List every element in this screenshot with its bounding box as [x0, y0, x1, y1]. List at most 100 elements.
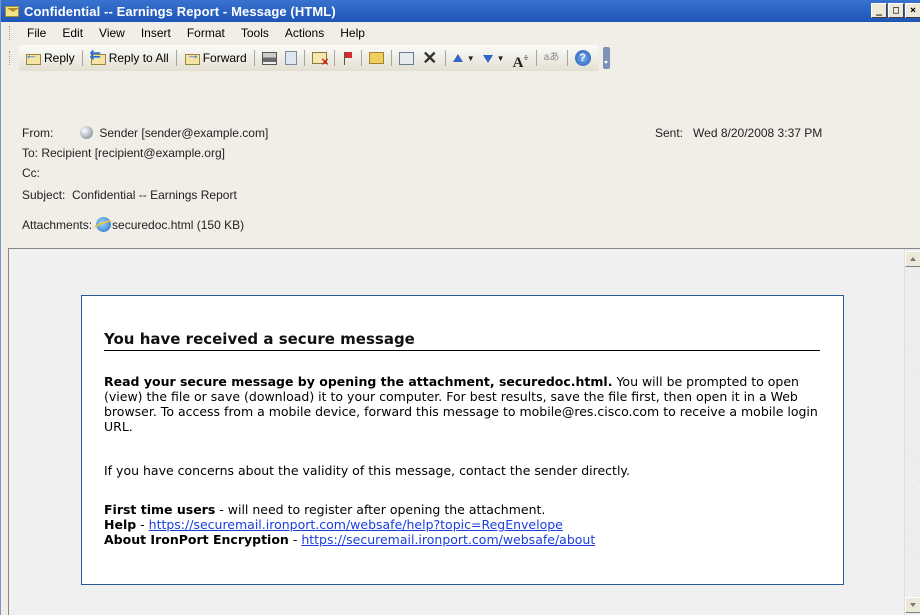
forward-label: Forward — [202, 51, 247, 65]
to-row[interactable]: To: Recipient [recipient@example.org] — [22, 146, 225, 160]
cc-label: Cc: — [22, 166, 40, 180]
subject-row: Subject: Confidential -- Earnings Report — [22, 188, 237, 202]
menu-actions[interactable]: Actions — [277, 26, 332, 40]
copy-button[interactable] — [281, 47, 301, 69]
help-links: First time users - will need to register… — [104, 502, 824, 547]
next-item-button[interactable]: ▼ — [479, 47, 509, 69]
reply-all-button[interactable]: Reply to All — [86, 47, 173, 69]
menu-bar: File Edit View Insert Format Tools Actio… — [1, 22, 920, 44]
attachment-file[interactable]: securedoc.html (150 KB) — [112, 218, 244, 232]
font-size-button[interactable]: A÷ — [509, 47, 533, 71]
toolbar-separator — [390, 50, 392, 66]
message-window: Confidential -- Earnings Report - Messag… — [0, 0, 920, 615]
toolbar-separator — [360, 50, 362, 66]
dropdown-arrow-icon: ▼ — [496, 53, 505, 63]
first-time-text: - will need to register after opening th… — [215, 502, 546, 517]
concerns-paragraph: If you have concerns about the validity … — [104, 463, 631, 478]
flag-icon — [342, 51, 354, 66]
forward-icon — [184, 47, 200, 66]
message-body: You have received a secure message Read … — [8, 248, 920, 615]
help-link[interactable]: https://securemail.ironport.com/websafe/… — [149, 517, 563, 532]
about-line: About IronPort Encryption - https://secu… — [104, 532, 824, 547]
instructions-paragraph: Read your secure message by opening the … — [104, 374, 824, 434]
first-time-line: First time users - will need to register… — [104, 502, 824, 517]
toolbar-separator — [535, 50, 537, 66]
move-to-folder-icon — [398, 51, 414, 65]
window-controls: _ □ × — [870, 3, 920, 18]
sent-label: Sent: — [655, 126, 684, 140]
menu-edit[interactable]: Edit — [54, 26, 91, 40]
maximize-button[interactable]: □ — [888, 3, 904, 18]
previous-item-button[interactable]: ▼ — [449, 47, 479, 69]
junk-button[interactable] — [308, 47, 331, 69]
window-title: Confidential -- Earnings Report - Messag… — [24, 3, 336, 19]
toolbar-separator — [253, 50, 255, 66]
toolbar-separator — [303, 50, 305, 66]
reply-label: Reply — [44, 51, 75, 65]
from-label: From: — [22, 126, 54, 140]
help-bold: Help — [104, 517, 137, 532]
up-arrow-icon — [452, 53, 463, 63]
print-button[interactable] — [258, 47, 281, 69]
toolbar-separator — [81, 50, 83, 66]
reply-button[interactable]: Reply — [21, 47, 79, 69]
title-bar[interactable]: Confidential -- Earnings Report - Messag… — [1, 0, 920, 22]
toolbar-separator — [566, 50, 568, 66]
copy-icon — [284, 51, 297, 65]
vertical-scrollbar[interactable] — [904, 249, 920, 615]
scroll-down-button[interactable] — [905, 597, 920, 613]
menu-insert[interactable]: Insert — [133, 26, 179, 40]
message-title: You have received a secure message — [104, 330, 820, 351]
dropdown-arrow-icon: ▼ — [466, 53, 475, 63]
from-value[interactable]: Sender [sender@example.com] — [99, 126, 268, 140]
reply-icon — [25, 47, 41, 66]
presence-icon[interactable] — [80, 126, 94, 139]
help-line: Help - https://securemail.ironport.com/w… — [104, 517, 824, 532]
internet-explorer-icon — [96, 217, 112, 232]
menu-help[interactable]: Help — [332, 26, 373, 40]
delete-icon: ✕ — [422, 48, 438, 68]
forward-button[interactable]: Forward — [180, 47, 251, 69]
toolbar-overflow-button[interactable] — [602, 47, 610, 69]
sent-row: Sent: Wed 8/20/2008 3:37 PM — [655, 126, 822, 140]
menu-tools[interactable]: Tools — [233, 26, 277, 40]
about-separator: - — [288, 532, 302, 547]
help-button[interactable]: ? — [571, 47, 595, 69]
down-arrow-icon — [482, 53, 493, 63]
subject-value: Confidential -- Earnings Report — [72, 188, 237, 202]
first-time-bold: First time users — [104, 502, 216, 517]
reply-all-label: Reply to All — [108, 51, 169, 65]
sent-value: Wed 8/20/2008 3:37 PM — [693, 126, 823, 140]
close-button[interactable]: × — [905, 3, 920, 18]
standard-toolbar: Reply Reply to All Forward ✕ — [1, 44, 920, 72]
folder-icon — [368, 52, 384, 64]
attachments-row: Attachments: securedoc.html (150 KB) — [22, 217, 244, 232]
menu-grip[interactable] — [9, 26, 12, 40]
menu-file[interactable]: File — [19, 26, 54, 40]
menu-format[interactable]: Format — [179, 26, 233, 40]
attachments-label: Attachments: — [22, 217, 93, 232]
delete-button[interactable]: ✕ — [418, 47, 442, 69]
font-size-icon: A÷ — [512, 53, 529, 71]
toolbar-separator — [175, 50, 177, 66]
scroll-up-button[interactable] — [905, 251, 920, 267]
reply-all-icon — [90, 47, 106, 66]
toolbar-separator — [333, 50, 335, 66]
message-header: From: Sender [sender@example.com] Sent: W… — [1, 72, 920, 248]
subject-label: Subject: — [22, 188, 66, 202]
minimize-button[interactable]: _ — [871, 3, 887, 18]
about-bold: About IronPort Encryption — [104, 532, 289, 547]
move-button[interactable] — [395, 47, 418, 69]
find-folder-button[interactable] — [365, 47, 388, 69]
help-separator: - — [136, 517, 149, 532]
about-link[interactable]: https://securemail.ironport.com/websafe/… — [301, 532, 595, 547]
encoding-icon: aあ — [543, 52, 560, 63]
menu-view[interactable]: View — [91, 26, 133, 40]
from-row: From: Sender [sender@example.com] — [22, 126, 268, 140]
encoding-button[interactable]: aあ — [540, 47, 564, 69]
help-icon: ? — [574, 50, 591, 66]
toolbar-grip[interactable] — [9, 51, 12, 65]
printer-icon — [261, 51, 277, 65]
toolbar-separator — [444, 50, 446, 66]
flag-button[interactable] — [338, 47, 358, 69]
